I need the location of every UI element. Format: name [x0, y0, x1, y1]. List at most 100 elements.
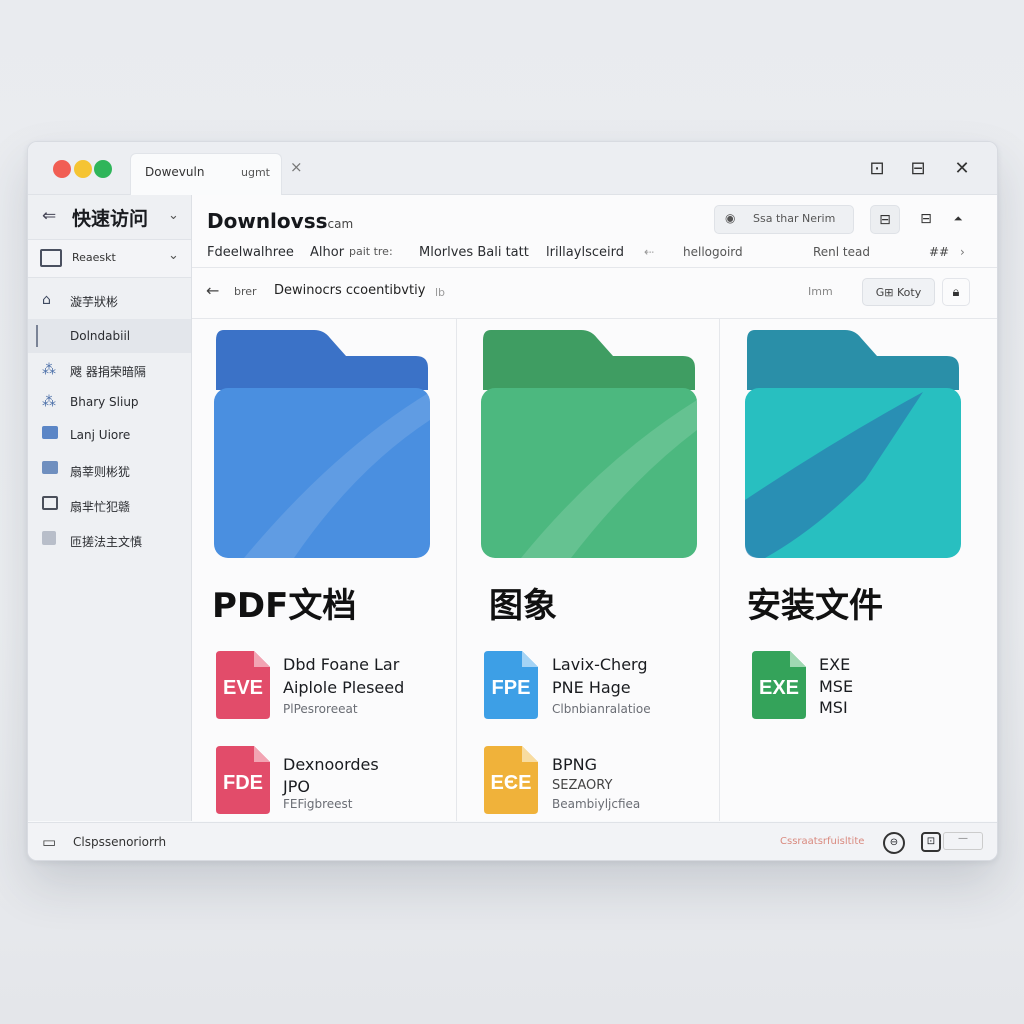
- sidebar-item-images[interactable]: Lanj Uiore: [28, 418, 191, 452]
- column-header[interactable]: Alhor: [310, 245, 344, 260]
- quick-access-title: 快速访问: [72, 208, 149, 230]
- zoom-out-icon[interactable]: ⊖: [883, 832, 905, 854]
- file-name-line2: JPO: [283, 777, 310, 796]
- zoom-slider[interactable]: —: [943, 832, 983, 850]
- file-extension: EЄE: [490, 772, 532, 794]
- folder-pdf[interactable]: [214, 330, 430, 558]
- file-name-line2: PNE Hage: [552, 678, 631, 697]
- network-icon: ⁂: [42, 362, 56, 378]
- column-header[interactable]: ##: [929, 245, 949, 259]
- sidebar-item-network[interactable]: ⁂ 飕 器捐荣暗隔: [28, 353, 191, 387]
- sidebar-item-home[interactable]: ⌂ 漩芋狀彬: [28, 283, 191, 317]
- file-icon[interactable]: EVE: [216, 651, 270, 719]
- column-divider: [719, 319, 720, 821]
- more-options-icon[interactable]: ⏶: [944, 205, 972, 232]
- main-content: Downlovsscam ◉ Ssa thar Nerim ⊟ ⊟ ⏶ Fdee…: [192, 195, 997, 821]
- search-box[interactable]: ◉ Ssa thar Nerim: [714, 205, 854, 234]
- drive-icon: [42, 496, 58, 514]
- divider: [192, 318, 997, 319]
- search-icon: ◉: [725, 211, 736, 225]
- file-name[interactable]: EXE: [819, 655, 850, 674]
- sidebar-item-label: 扇芈忙犯赣: [70, 500, 131, 514]
- sidebar-section-label: Reaeskt: [72, 251, 116, 264]
- document-icon: [42, 461, 58, 478]
- sidebar-item-installers[interactable]: 匝搓法主文慎: [28, 523, 191, 557]
- file-icon[interactable]: FDE: [216, 746, 270, 814]
- sidebar-item-documents[interactable]: 扇莘则彬犹: [28, 453, 191, 487]
- tab-title: Dowevuln: [145, 165, 205, 179]
- status-bar: ▭ Clspssenoriorrh Cssraatsrfuisltite ⊖ ⊡…: [28, 822, 997, 860]
- title-bar: Dowevuln ugmt × ⊡ ⊟ ✕: [28, 142, 997, 195]
- file-name[interactable]: Dbd Foane Lar: [283, 655, 399, 674]
- folder-icon: [481, 330, 697, 558]
- file-extension: FDE: [223, 772, 263, 794]
- back-arrow-icon[interactable]: ←: [206, 281, 219, 300]
- folder-outline-icon: ▭: [42, 833, 57, 851]
- column-header[interactable]: pait tre:: [349, 245, 393, 258]
- file-name[interactable]: Lavix-Cherg: [552, 655, 647, 674]
- file-icon[interactable]: EЄE: [484, 746, 538, 814]
- info-icon[interactable]: ⊡: [921, 832, 941, 852]
- file-name[interactable]: Dexnoordes: [283, 755, 379, 774]
- category-label-images: 图象: [489, 586, 557, 626]
- page-title: Downlovsscam: [207, 209, 353, 233]
- scroll-right-icon[interactable]: ›: [960, 245, 965, 259]
- file-name-line2: SEZAORY: [552, 778, 613, 793]
- restore-window-icon[interactable]: ⊡: [865, 156, 889, 180]
- sidebar-item-downloads[interactable]: Dolndabiil: [28, 319, 191, 353]
- column-header[interactable]: Fdeelwalhree: [207, 245, 294, 260]
- file-name-line2: Aiplole Pleseed: [283, 678, 405, 697]
- column-header[interactable]: lrillaylsceird: [546, 245, 624, 260]
- sidebar-item-drive[interactable]: 扇芈忙犯赣: [28, 488, 191, 522]
- file-meta: MSI: [819, 698, 848, 717]
- file-extension: EVE: [222, 677, 264, 699]
- tab-downloads[interactable]: Dowevuln ugmt: [130, 153, 282, 195]
- layout-icon[interactable]: ⊟: [912, 205, 940, 232]
- column-header[interactable]: Renl tead: [813, 245, 870, 259]
- column-header[interactable]: Mlorlves Bali tatt: [419, 245, 529, 260]
- chevron-down-icon[interactable]: ⌄: [168, 248, 179, 263]
- sidebar-section[interactable]: Reaeskt ⌄: [28, 240, 191, 278]
- view-toggle-icon[interactable]: ⊟: [870, 205, 900, 234]
- file-icon[interactable]: EXE: [752, 651, 806, 719]
- chevron-down-icon[interactable]: ⌄: [168, 208, 179, 223]
- column-header[interactable]: hellogoird: [683, 245, 743, 259]
- sidebar-item-label: Bhary Sliup: [70, 395, 139, 409]
- breadcrumb[interactable]: brer: [234, 285, 257, 298]
- tab-close-icon[interactable]: ×: [290, 158, 303, 176]
- page-title-text: Downlovss: [207, 209, 328, 233]
- close-window-icon[interactable]: ✕: [950, 156, 974, 180]
- sidebar-item-library[interactable]: ⁂ Bhary Sliup: [28, 385, 191, 419]
- folder-images[interactable]: [481, 330, 697, 558]
- maximize-traffic-light[interactable]: [94, 160, 112, 178]
- file-extension: FPE: [491, 677, 531, 699]
- sidebar-item-label: Dolndabiil: [70, 329, 131, 343]
- minimize-traffic-light[interactable]: [74, 160, 92, 178]
- tab-subtitle: ugmt: [241, 166, 270, 179]
- cluster-icon: ⁂: [42, 394, 56, 410]
- category-label-installers: 安装文件: [747, 586, 883, 626]
- breadcrumb[interactable]: lb: [435, 286, 445, 299]
- close-traffic-light[interactable]: [53, 160, 71, 178]
- file-meta: FEFigbreest: [283, 797, 353, 811]
- folder-installers[interactable]: [745, 330, 961, 558]
- home-icon: ⌂: [42, 292, 51, 308]
- file-icon[interactable]: FPE: [484, 651, 538, 719]
- breadcrumb[interactable]: Dewinocrs ccoentibvtiy: [274, 283, 425, 298]
- lock-icon[interactable]: 🔒︎: [942, 278, 970, 306]
- column-header[interactable]: ⇠: [644, 245, 654, 259]
- file-explorer-window: Dowevuln ugmt × ⊡ ⊟ ✕ ⇐ 快速访问 ⌄ Reaeskt ⌄…: [27, 141, 998, 861]
- status-label: Clspssenoriorrh: [73, 835, 167, 849]
- category-label-pdf: PDF文档: [212, 586, 357, 626]
- dock-window-icon[interactable]: ⊟: [906, 156, 930, 180]
- file-extension: EXE: [758, 677, 800, 699]
- sort-button[interactable]: G⊞ Koty: [862, 278, 935, 306]
- file-name[interactable]: BPNG: [552, 755, 597, 774]
- active-indicator: [36, 325, 38, 347]
- search-input[interactable]: Ssa thar Nerim: [753, 212, 835, 225]
- file-icon: [42, 531, 56, 549]
- sidebar-item-label: 漩芋狀彬: [70, 295, 119, 309]
- address-hint: Imm: [808, 285, 833, 298]
- quick-access-header[interactable]: ⇐ 快速访问 ⌄: [28, 195, 191, 240]
- file-meta: Clbnbianralatioe: [552, 702, 651, 716]
